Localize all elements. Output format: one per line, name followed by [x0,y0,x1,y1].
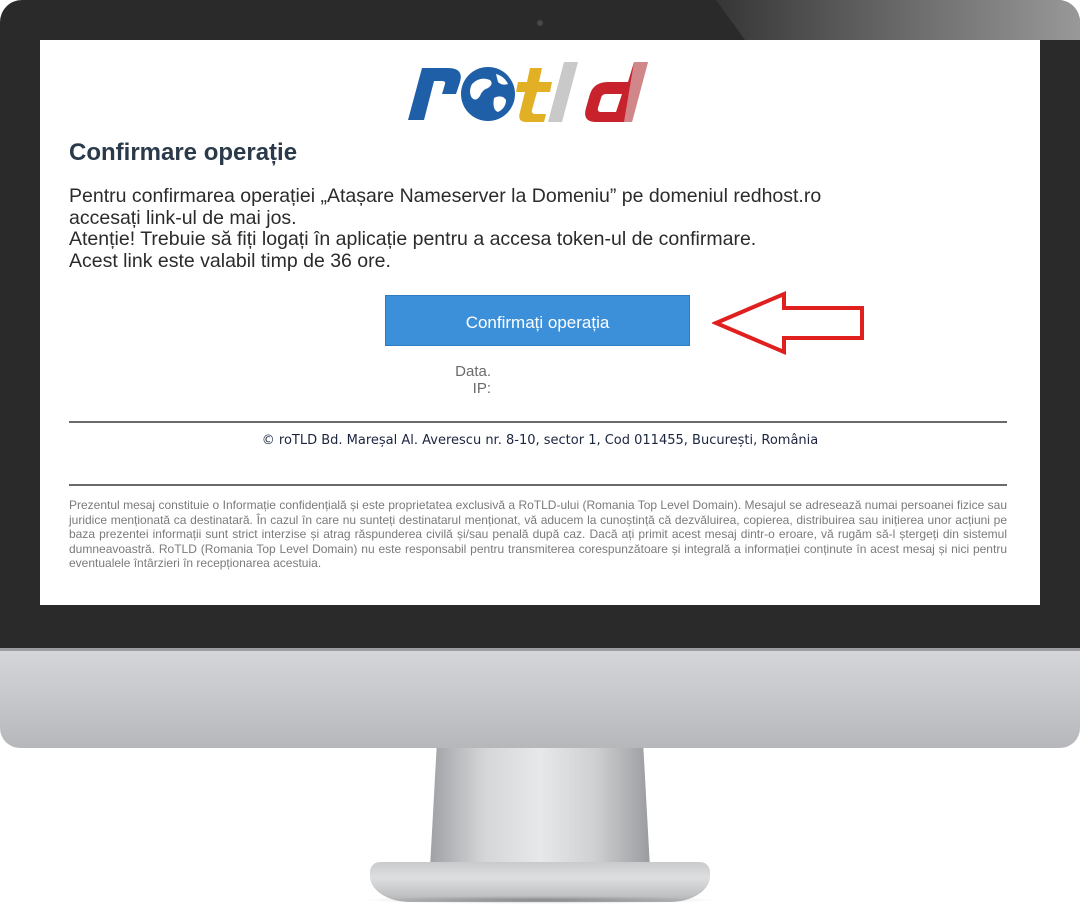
body-line-1-text: Pentru confirmarea operației „Atașare Na… [69,185,822,207]
page-title: Confirmare operație [69,139,298,166]
confirm-operation-button[interactable]: Confirmați operația [385,295,690,346]
monitor-stand-shadow [360,896,720,904]
monitor-stand-neck [430,748,650,868]
body-line-3: Atenție! Trebuie să fiți logați în aplic… [69,228,757,250]
footer-address: © roTLD Bd. Mareșal Al. Averescu nr. 8-1… [261,433,819,448]
meta-ip-label: IP: [472,380,491,397]
camera-icon [536,19,544,27]
monitor-chin-edge [0,648,1080,651]
legal-notice: Prezentul mesaj constituie o Informație … [69,498,1007,570]
email-screen: Confirmare operație Pentru confirmarea o… [40,40,1040,605]
body-line-4: Acest link este valabil timp de 36 ore. [69,249,391,272]
monitor-chin [0,648,1080,748]
bezel-glare [716,0,1080,40]
red-arrow-icon [712,290,864,356]
meta-data-label: Data. [455,363,491,380]
body-line-1: Pentru confirmarea operației „Atașare Na… [69,185,1007,208]
divider-top [69,421,1007,423]
meta-info: Data. IP: [420,363,491,397]
divider-bottom [69,484,1007,486]
rotld-logo [408,62,648,122]
body-line-2: accesați link-ul de mai jos. [69,206,297,229]
email-body: Pentru confirmarea operației „Atașare Na… [69,185,1007,272]
